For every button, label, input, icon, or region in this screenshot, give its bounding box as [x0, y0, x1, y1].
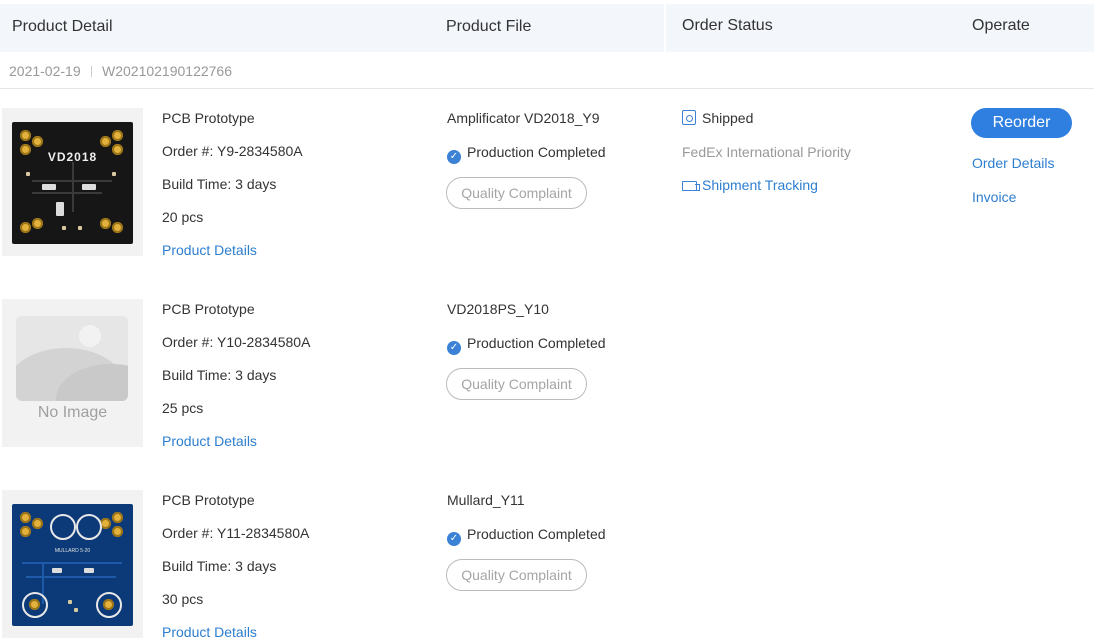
- image-placeholder-icon: [16, 316, 128, 401]
- product-thumbnail[interactable]: MULLARD 5-20: [2, 490, 143, 638]
- quantity: 30 pcs: [162, 591, 204, 607]
- build-time: Build Time: 3 days: [162, 367, 277, 383]
- truck-icon: [682, 181, 700, 191]
- reorder-button[interactable]: Reorder: [971, 108, 1072, 138]
- production-status: ✓ Production Completed: [447, 144, 606, 164]
- order-id: Order #: Y9-2834580A: [162, 143, 303, 159]
- build-time: Build Time: 3 days: [162, 558, 277, 574]
- order-item-row: No Image PCB Prototype Order #: Y10-2834…: [0, 299, 1094, 459]
- product-details-link[interactable]: Product Details: [162, 242, 257, 258]
- production-status-label: Production Completed: [467, 144, 606, 160]
- shipping-status-label: Shipped: [702, 110, 754, 126]
- package-search-icon: [682, 110, 696, 125]
- production-status: ✓ Production Completed: [447, 526, 606, 546]
- shipment-tracking-link[interactable]: Shipment Tracking: [682, 177, 818, 193]
- product-type: PCB Prototype: [162, 301, 255, 317]
- product-file-name: VD2018PS_Y10: [447, 301, 549, 317]
- production-status-label: Production Completed: [467, 335, 606, 351]
- product-type: PCB Prototype: [162, 110, 255, 126]
- quantity: 25 pcs: [162, 400, 204, 416]
- product-type: PCB Prototype: [162, 492, 255, 508]
- product-details-link[interactable]: Product Details: [162, 433, 257, 449]
- table-header-right: Order Status Operate: [666, 4, 1094, 52]
- product-file-name: Mullard_Y11: [447, 492, 525, 508]
- quality-complaint-button[interactable]: Quality Complaint: [446, 177, 587, 209]
- column-header-operate: Operate: [972, 17, 1030, 34]
- order-header: 2021-02-19 W202102190122766: [0, 56, 1094, 89]
- order-id: Order #: Y11-2834580A: [162, 525, 310, 541]
- quality-complaint-button[interactable]: Quality Complaint: [446, 368, 587, 400]
- product-details-link[interactable]: Product Details: [162, 624, 257, 640]
- order-details-link[interactable]: Order Details: [972, 155, 1054, 171]
- column-header-product-detail: Product Detail: [12, 18, 113, 35]
- production-status: ✓ Production Completed: [447, 335, 606, 355]
- production-status-label: Production Completed: [467, 526, 606, 542]
- column-header-order-status: Order Status: [682, 17, 773, 34]
- shipping-status: Shipped: [682, 110, 753, 126]
- invoice-link[interactable]: Invoice: [972, 189, 1016, 205]
- check-circle-icon: ✓: [447, 532, 461, 546]
- carrier-name: FedEx International Priority: [682, 144, 851, 160]
- shipment-tracking-label: Shipment Tracking: [702, 177, 818, 193]
- divider: [91, 66, 92, 77]
- order-item-row: VD2018 PCB Prototype Order #: Y9-2834580…: [0, 108, 1094, 268]
- order-date: 2021-02-19: [9, 63, 81, 79]
- order-item-row: MULLARD 5-20 PCB Prototype Order #: Y11-…: [0, 490, 1094, 644]
- quality-complaint-button[interactable]: Quality Complaint: [446, 559, 587, 591]
- table-header-left: Product Detail Product File: [0, 4, 664, 52]
- pcb-silkscreen-label: MULLARD 5-20: [54, 548, 91, 554]
- pcb-image: VD2018: [12, 122, 133, 244]
- order-id: Order #: Y10-2834580A: [162, 334, 311, 350]
- quantity: 20 pcs: [162, 209, 204, 225]
- no-image-label: No Image: [37, 404, 108, 421]
- product-thumbnail[interactable]: No Image: [2, 299, 143, 447]
- product-file-name: Amplificator VD2018_Y9: [447, 110, 600, 126]
- build-time: Build Time: 3 days: [162, 176, 277, 192]
- check-circle-icon: ✓: [447, 150, 461, 164]
- column-header-product-file: Product File: [446, 18, 532, 35]
- pcb-image: MULLARD 5-20: [12, 504, 133, 626]
- product-thumbnail[interactable]: VD2018: [2, 108, 143, 256]
- check-circle-icon: ✓: [447, 341, 461, 355]
- order-number: W202102190122766: [102, 63, 233, 79]
